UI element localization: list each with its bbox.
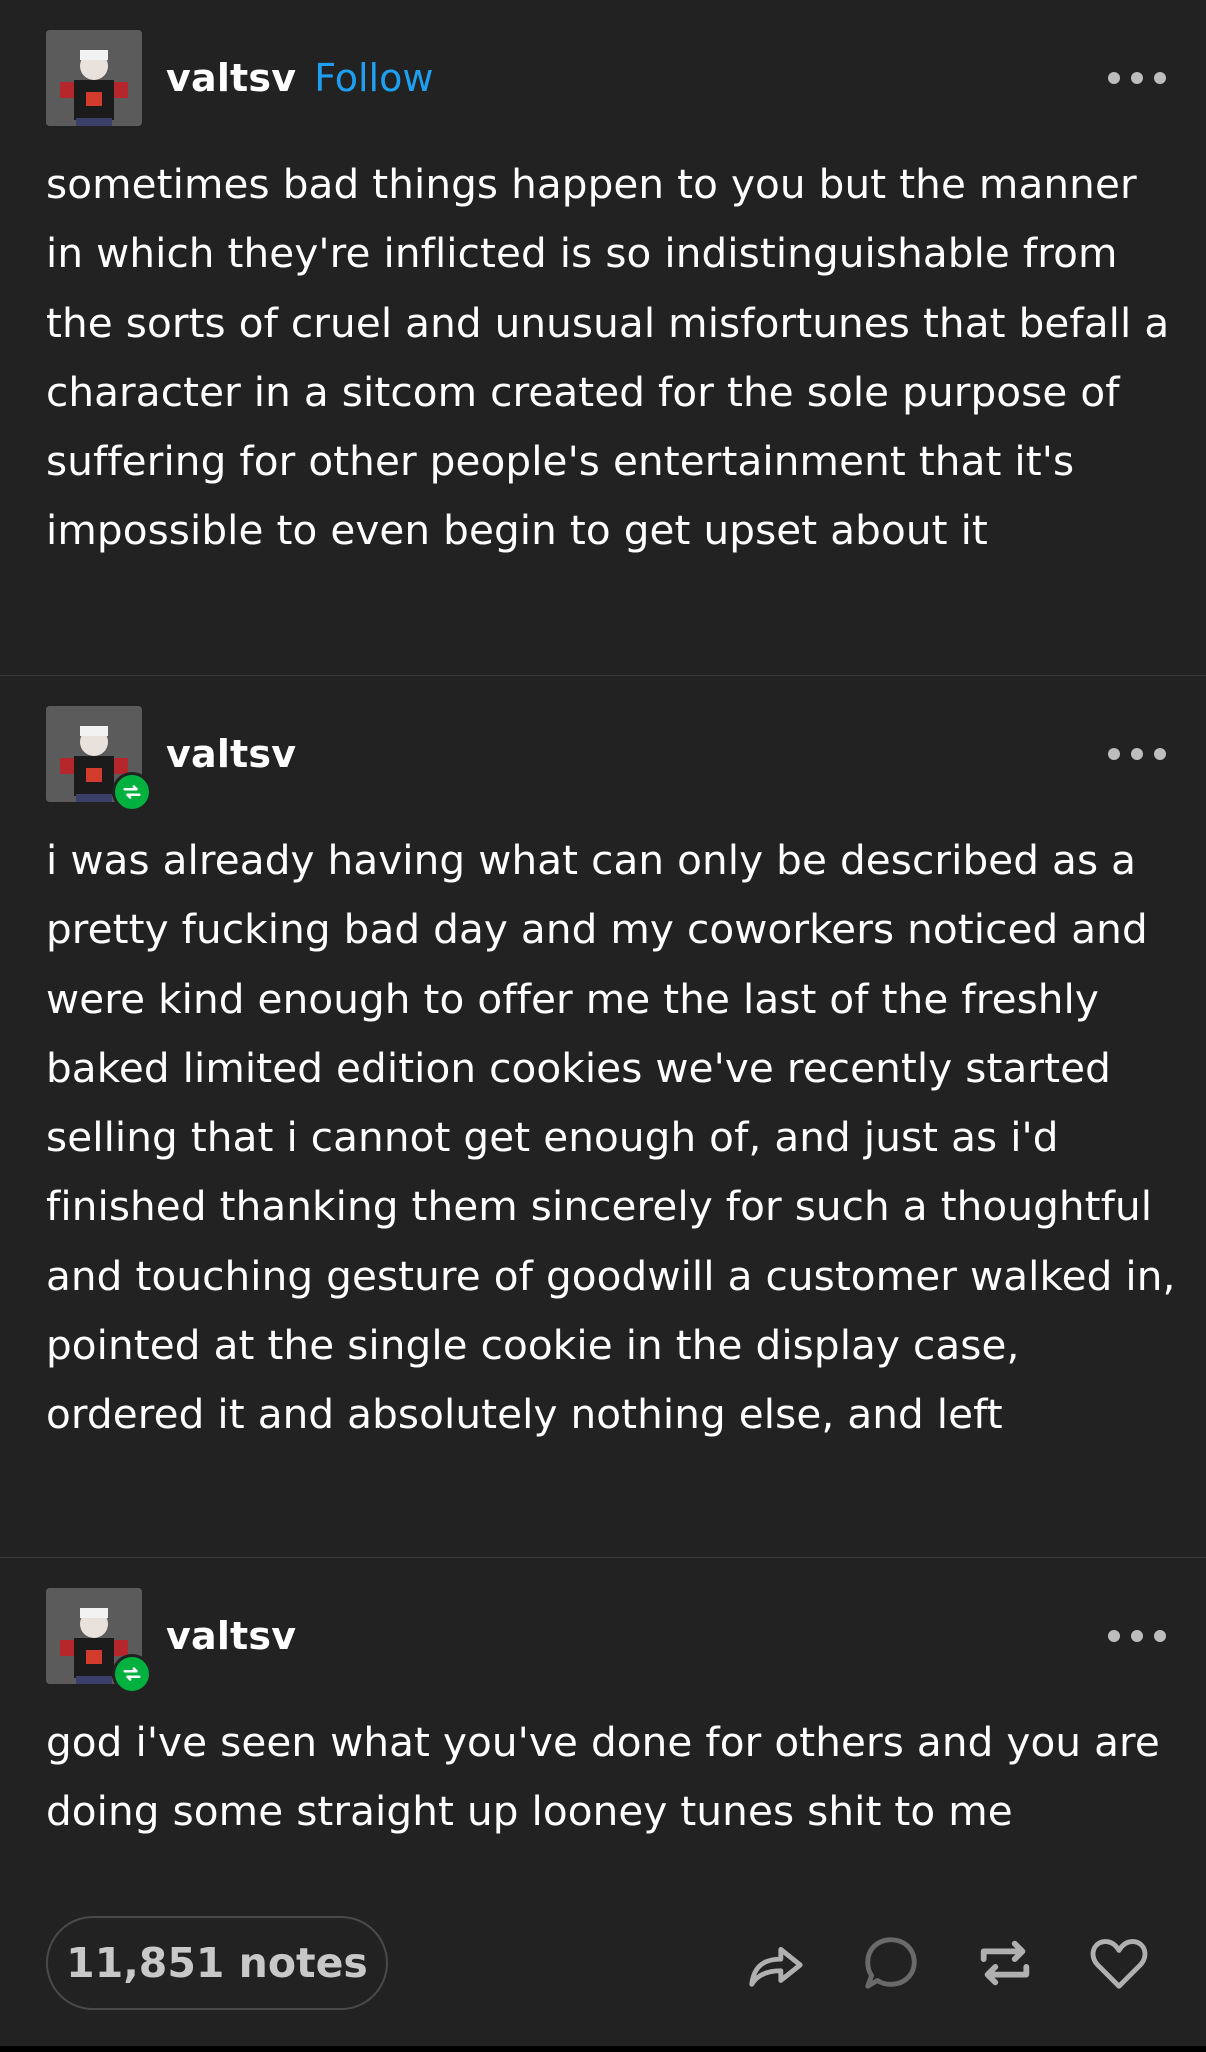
reblog-badge-icon: [112, 772, 152, 812]
notes-button[interactable]: 11,851 notes: [46, 1916, 388, 2010]
reblog-icon[interactable]: [974, 1932, 1036, 1994]
post-block-original: valtsv Follow sometimes bad things happe…: [0, 0, 1206, 676]
post-header: valtsv: [46, 706, 296, 812]
post-footer: 11,851 notes: [0, 1910, 1206, 2020]
avatar[interactable]: [46, 706, 152, 812]
post-text: god i've seen what you've done for other…: [46, 1718, 1160, 1836]
more-options-icon[interactable]: [1108, 747, 1166, 761]
avatar-image: [46, 30, 142, 126]
post-block-reblog: valtsv i was already having what can onl…: [0, 676, 1206, 1558]
bottom-edge: [0, 2046, 1206, 2052]
avatar[interactable]: [46, 1588, 152, 1694]
post-header: valtsv Follow: [46, 30, 433, 126]
post-block-reblog: valtsv god i've seen what you've done fo…: [0, 1558, 1206, 1908]
reblog-badge-icon: [112, 1654, 152, 1694]
post-text: sometimes bad things happen to you but t…: [46, 160, 1170, 555]
more-options-icon[interactable]: [1108, 71, 1166, 85]
username[interactable]: valtsv: [166, 56, 296, 100]
like-icon[interactable]: [1088, 1932, 1150, 1994]
post-text: i was already having what can only be de…: [46, 836, 1176, 1439]
more-options-icon[interactable]: [1108, 1629, 1166, 1643]
post-header: valtsv: [46, 1588, 296, 1694]
username[interactable]: valtsv: [166, 732, 296, 776]
follow-button[interactable]: Follow: [314, 56, 433, 100]
username[interactable]: valtsv: [166, 1614, 296, 1658]
avatar[interactable]: [46, 30, 142, 126]
post: valtsv Follow sometimes bad things happe…: [0, 0, 1206, 1908]
share-icon[interactable]: [744, 1932, 806, 1994]
reply-icon[interactable]: [860, 1932, 922, 1994]
